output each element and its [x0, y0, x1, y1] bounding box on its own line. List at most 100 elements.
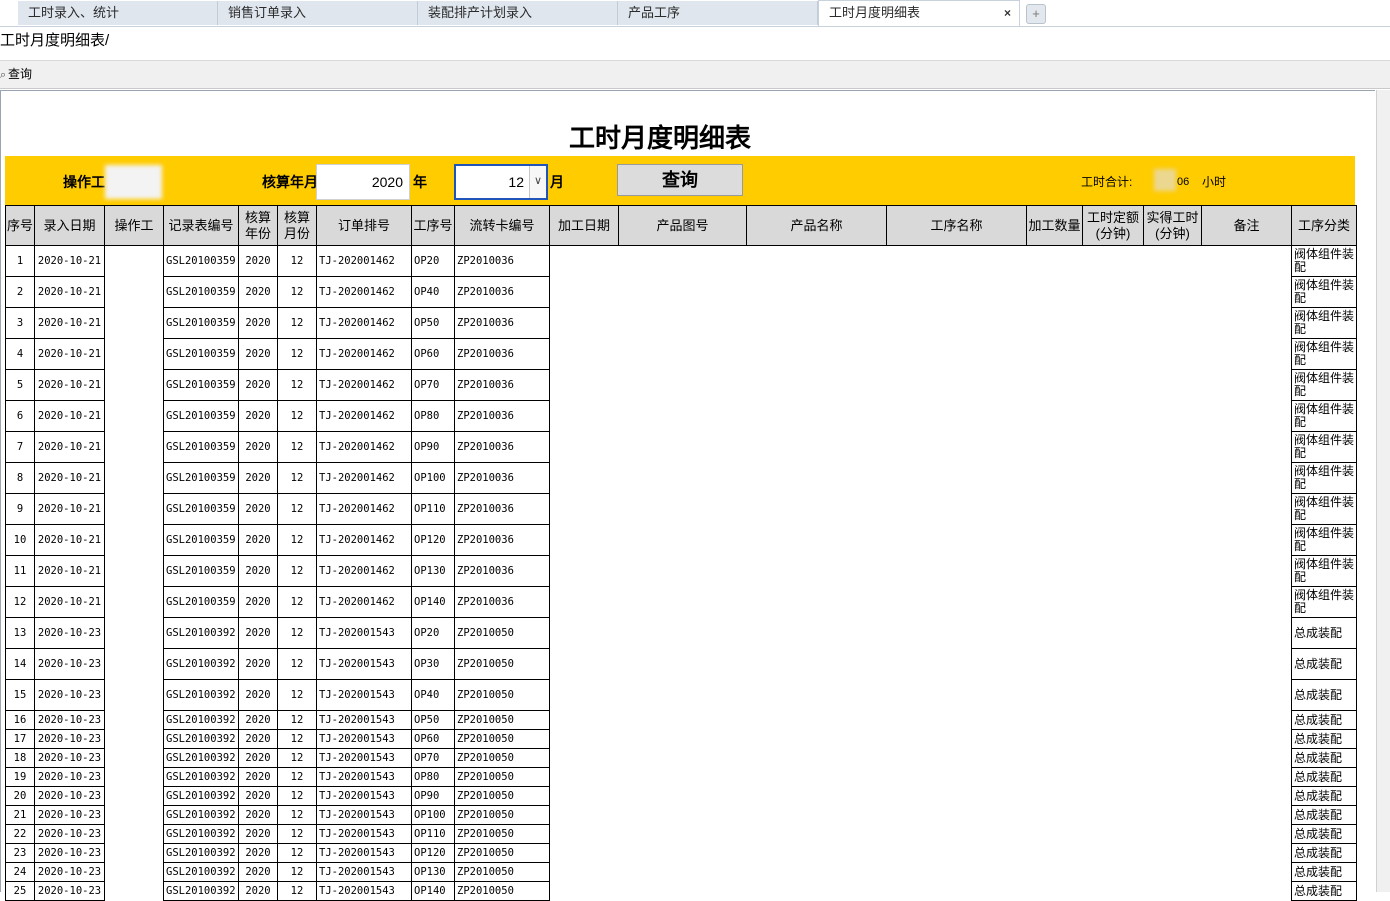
cell-order-no: TJ-202001462 — [316, 586, 412, 618]
cell-card-no: ZP2010050 — [454, 679, 550, 711]
table-row[interactable]: 9 2020-10-21 GSL20100359 2020 12 TJ-202001462… — [5, 493, 1357, 525]
cell-operator-redacted — [104, 805, 164, 825]
cell-entry-date: 2020-10-21 — [34, 276, 105, 308]
table-row[interactable]: 21 2020-10-23 GSL20100392 2020 12 TJ-20200154… — [5, 805, 1357, 825]
table-row[interactable]: 5 2020-10-21 GSL20100359 2020 12 TJ-202001462… — [5, 369, 1357, 401]
cell-redacted — [1082, 493, 1144, 525]
cell-op-no: OP60 — [411, 338, 455, 370]
cell-card-no: ZP2010036 — [454, 462, 550, 494]
cell-entry-date: 2020-10-21 — [34, 245, 105, 277]
table-row[interactable]: 3 2020-10-21 GSL20100359 2020 12 TJ-202001462… — [5, 307, 1357, 339]
cell-redacted — [746, 710, 887, 730]
table-row[interactable]: 16 2020-10-23 GSL20100392 2020 12 TJ-20200154… — [5, 710, 1357, 730]
cell-redacted — [1026, 369, 1083, 401]
cell-redacted — [1201, 748, 1292, 768]
cell-order-no: TJ-202001462 — [316, 555, 412, 587]
cell-redacted — [746, 338, 887, 370]
table-row[interactable]: 18 2020-10-23 GSL20100392 2020 12 TJ-20200154… — [5, 748, 1357, 768]
cell-order-no: TJ-202001543 — [316, 679, 412, 711]
cell-redacted — [746, 824, 887, 844]
month-select[interactable]: 12 ∨ — [454, 164, 548, 200]
tab-monthly-detail[interactable]: 工时月度明细表 × — [818, 0, 1020, 26]
cell-year: 2020 — [238, 276, 278, 308]
report-title: 工时月度明细表 — [568, 123, 751, 153]
cell-redacted — [1026, 245, 1083, 277]
cell-redacted — [618, 729, 747, 749]
cell-redacted — [886, 617, 1027, 649]
table-row[interactable]: 14 2020-10-23 GSL20100392 2020 12 TJ-20200154… — [5, 648, 1357, 680]
cell-op-no: OP50 — [411, 710, 455, 730]
cell-seq: 12 — [5, 586, 35, 618]
tab-labor-entry[interactable]: 工时录入、统计 — [18, 1, 218, 25]
cell-redacted — [1082, 462, 1144, 494]
operator-field[interactable] — [105, 165, 162, 199]
cell-card-no: ZP2010036 — [454, 431, 550, 463]
cell-category: 总成装配 — [1291, 710, 1357, 730]
table-row[interactable]: 22 2020-10-23 GSL20100392 2020 12 TJ-20200154… — [5, 824, 1357, 844]
cell-op-no: OP70 — [411, 748, 455, 768]
cell-redacted — [1082, 524, 1144, 556]
cell-redacted — [618, 400, 747, 432]
cell-redacted — [886, 767, 1027, 787]
cell-redacted — [886, 369, 1027, 401]
table-row[interactable]: 2 2020-10-21 GSL20100359 2020 12 TJ-202001462… — [5, 276, 1357, 308]
cell-redacted — [886, 462, 1027, 494]
cell-redacted — [886, 307, 1027, 339]
tab-sales-order[interactable]: 销售订单录入 — [218, 1, 418, 25]
cell-redacted — [1082, 400, 1144, 432]
cell-redacted — [549, 307, 619, 339]
cell-redacted — [618, 369, 747, 401]
cell-redacted — [1082, 307, 1144, 339]
table-row[interactable]: 11 2020-10-21 GSL20100359 2020 12 TJ-20200146… — [5, 555, 1357, 587]
cell-card-no: ZP2010050 — [454, 617, 550, 649]
table-row[interactable]: 7 2020-10-21 GSL20100359 2020 12 TJ-202001462… — [5, 431, 1357, 463]
cell-year: 2020 — [238, 586, 278, 618]
toolbar-query-button[interactable]: ⌕ 查询 — [0, 66, 32, 83]
cell-order-no: TJ-202001462 — [316, 307, 412, 339]
cell-redacted — [1143, 710, 1202, 730]
table-row[interactable]: 12 2020-10-21 GSL20100359 2020 12 TJ-20200146… — [5, 586, 1357, 618]
chevron-down-icon[interactable]: ∨ — [529, 166, 546, 198]
cell-redacted — [1082, 648, 1144, 680]
table-row[interactable]: 1 2020-10-21 GSL20100359 2020 12 TJ-202001462… — [5, 245, 1357, 277]
table-row[interactable]: 24 2020-10-23 GSL20100392 2020 12 TJ-20200154… — [5, 862, 1357, 882]
cell-op-no: OP80 — [411, 400, 455, 432]
cell-redacted — [618, 786, 747, 806]
cell-redacted — [1026, 881, 1083, 901]
vertical-scrollbar[interactable] — [1376, 90, 1390, 892]
cell-redacted — [1082, 245, 1144, 277]
close-icon[interactable]: × — [1004, 1, 1011, 25]
cell-month: 12 — [277, 843, 317, 863]
table-row[interactable]: 10 2020-10-21 GSL20100359 2020 12 TJ-20200146… — [5, 524, 1357, 556]
table-row[interactable]: 19 2020-10-23 GSL20100392 2020 12 TJ-20200154… — [5, 767, 1357, 787]
table-row[interactable]: 15 2020-10-23 GSL20100392 2020 12 TJ-20200154… — [5, 679, 1357, 711]
cell-category: 阀体组件装配 — [1291, 276, 1357, 308]
year-input[interactable]: 2020 — [316, 164, 410, 200]
cell-redacted — [746, 767, 887, 787]
cell-redacted — [549, 679, 619, 711]
column-header: 工序分类 — [1291, 205, 1357, 246]
table-row[interactable]: 23 2020-10-23 GSL20100392 2020 12 TJ-20200154… — [5, 843, 1357, 863]
table-row[interactable]: 6 2020-10-21 GSL20100359 2020 12 TJ-202001462… — [5, 400, 1357, 432]
table-row[interactable]: 17 2020-10-23 GSL20100392 2020 12 TJ-20200154… — [5, 729, 1357, 749]
tab-assembly-plan[interactable]: 装配排产计划录入 — [418, 1, 618, 25]
query-button[interactable]: 查询 — [617, 164, 743, 196]
cell-card-no: ZP2010050 — [454, 729, 550, 749]
table-row[interactable]: 25 2020-10-23 GSL20100392 2020 12 TJ-20200154… — [5, 881, 1357, 901]
table-row[interactable]: 13 2020-10-23 GSL20100392 2020 12 TJ-20200154… — [5, 617, 1357, 649]
table-row[interactable]: 8 2020-10-21 GSL20100359 2020 12 TJ-202001462… — [5, 462, 1357, 494]
cell-redacted — [1082, 824, 1144, 844]
cell-record-no: GSL20100359 — [163, 307, 239, 339]
table-row[interactable]: 4 2020-10-21 GSL20100359 2020 12 TJ-202001462… — [5, 338, 1357, 370]
column-header: 产品图号 — [618, 205, 747, 246]
cell-redacted — [746, 245, 887, 277]
cell-record-no: GSL20100359 — [163, 555, 239, 587]
cell-operator-redacted — [104, 493, 164, 525]
table-row[interactable]: 20 2020-10-23 GSL20100392 2020 12 TJ-20200154… — [5, 786, 1357, 806]
cell-redacted — [886, 648, 1027, 680]
cell-entry-date: 2020-10-21 — [34, 524, 105, 556]
cell-redacted — [618, 245, 747, 277]
add-tab-icon[interactable]: + — [1026, 4, 1046, 24]
tab-product-process[interactable]: 产品工序 — [618, 1, 818, 25]
cell-op-no: OP40 — [411, 679, 455, 711]
